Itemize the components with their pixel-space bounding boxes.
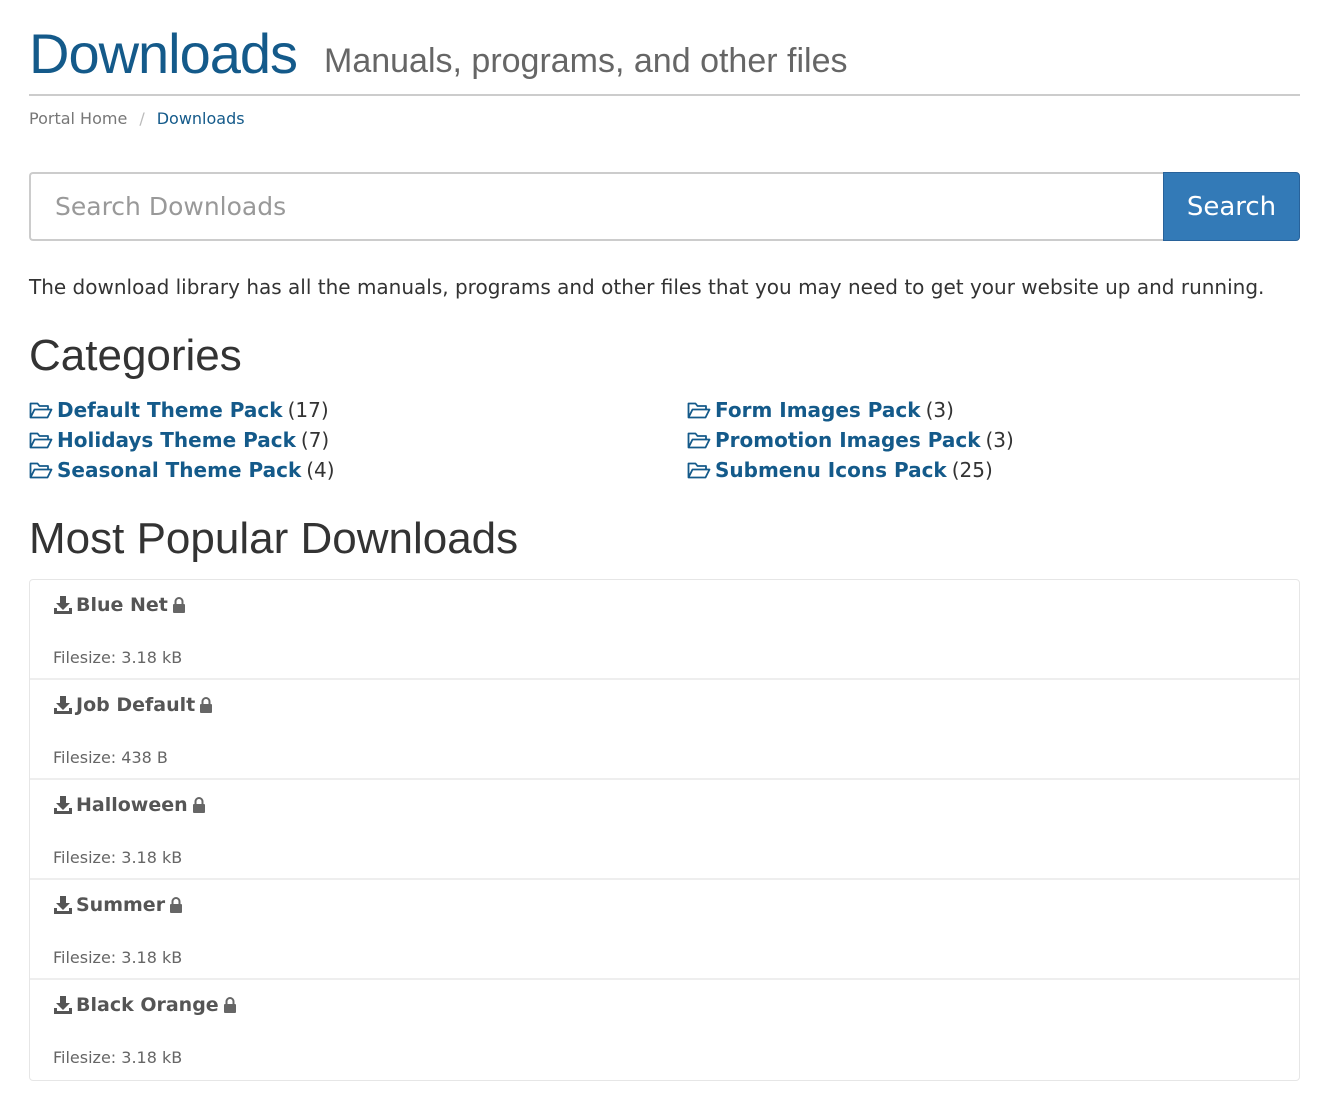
breadcrumb: Portal Home / Downloads (29, 108, 245, 130)
popular-downloads-list: Blue Net Filesize: 3.18 kB Job Default F… (29, 579, 1300, 1081)
download-item: Blue Net Filesize: 3.18 kB (30, 580, 1299, 680)
download-icon (54, 996, 72, 1014)
lock-icon (192, 797, 205, 813)
search-button[interactable]: Search (1163, 172, 1300, 241)
category-link[interactable]: Form Images Pack (715, 398, 921, 422)
download-link[interactable]: Blue Net (53, 592, 186, 618)
page-subtitle: Manuals, programs, and other files (324, 42, 848, 80)
download-icon (54, 896, 72, 914)
category-item-submenu-icons-pack[interactable]: Submenu Icons Pack (25) (687, 455, 993, 485)
download-filesize: Filesize: 438 B (53, 748, 168, 767)
folder-open-icon (29, 402, 53, 419)
category-count: (25) (951, 458, 993, 482)
category-link[interactable]: Submenu Icons Pack (715, 458, 947, 482)
download-link[interactable]: Job Default (53, 692, 213, 718)
category-count: (7) (300, 428, 330, 452)
category-count: (3) (985, 428, 1014, 452)
breadcrumb-home-link[interactable]: Portal Home (29, 109, 127, 128)
category-item-default-theme-pack[interactable]: Default Theme Pack (17) (29, 395, 329, 425)
folder-open-icon (29, 432, 53, 449)
downloads-page: Downloads Manuals, programs, and other f… (0, 0, 1328, 1114)
download-icon (54, 796, 72, 814)
category-count: (17) (287, 398, 329, 422)
category-item-form-images-pack[interactable]: Form Images Pack (3) (687, 395, 954, 425)
download-item: Halloween Filesize: 3.18 kB (30, 780, 1299, 880)
category-count: (3) (925, 398, 954, 422)
lock-icon (172, 597, 185, 613)
breadcrumb-current: Downloads (156, 109, 245, 128)
folder-open-icon (29, 462, 53, 479)
popular-downloads-heading: Most Popular Downloads (29, 514, 519, 563)
category-count: (4) (306, 458, 335, 482)
folder-open-icon (687, 462, 711, 479)
download-item: Summer Filesize: 3.18 kB (30, 880, 1299, 980)
download-name: Black Orange (76, 994, 219, 1016)
download-link[interactable]: Halloween (53, 792, 206, 818)
breadcrumb-separator: / (139, 109, 145, 128)
category-link[interactable]: Holidays Theme Pack (57, 428, 296, 452)
page-title: Downloads (29, 22, 298, 85)
category-link[interactable]: Promotion Images Pack (715, 428, 981, 452)
category-link[interactable]: Seasonal Theme Pack (57, 458, 301, 482)
lock-icon (200, 697, 213, 713)
download-icon (54, 696, 72, 714)
search-input[interactable] (29, 172, 1164, 241)
page-header: Downloads Manuals, programs, and other f… (29, 22, 1300, 96)
lock-icon (170, 897, 183, 913)
category-item-holidays-theme-pack[interactable]: Holidays Theme Pack (7) (29, 425, 329, 455)
download-filesize: Filesize: 3.18 kB (53, 1048, 183, 1067)
download-item: Job Default Filesize: 438 B (30, 680, 1299, 780)
intro-text: The download library has all the manuals… (29, 275, 1265, 299)
lock-icon (223, 997, 236, 1013)
download-filesize: Filesize: 3.18 kB (53, 648, 183, 667)
folder-open-icon (687, 402, 711, 419)
category-item-promotion-images-pack[interactable]: Promotion Images Pack (3) (687, 425, 1014, 455)
download-icon (54, 596, 72, 614)
download-name: Halloween (76, 794, 188, 816)
download-filesize: Filesize: 3.18 kB (53, 848, 183, 867)
download-item: Black Orange Filesize: 3.18 kB (30, 980, 1299, 1080)
categories-heading: Categories (29, 331, 242, 380)
download-link[interactable]: Summer (53, 892, 183, 918)
download-name: Blue Net (76, 594, 168, 616)
download-name: Job Default (76, 694, 196, 716)
download-name: Summer (76, 894, 166, 916)
download-link[interactable]: Black Orange (53, 992, 237, 1018)
download-filesize: Filesize: 3.18 kB (53, 948, 183, 967)
category-item-seasonal-theme-pack[interactable]: Seasonal Theme Pack (4) (29, 455, 335, 485)
category-link[interactable]: Default Theme Pack (57, 398, 283, 422)
folder-open-icon (687, 432, 711, 449)
